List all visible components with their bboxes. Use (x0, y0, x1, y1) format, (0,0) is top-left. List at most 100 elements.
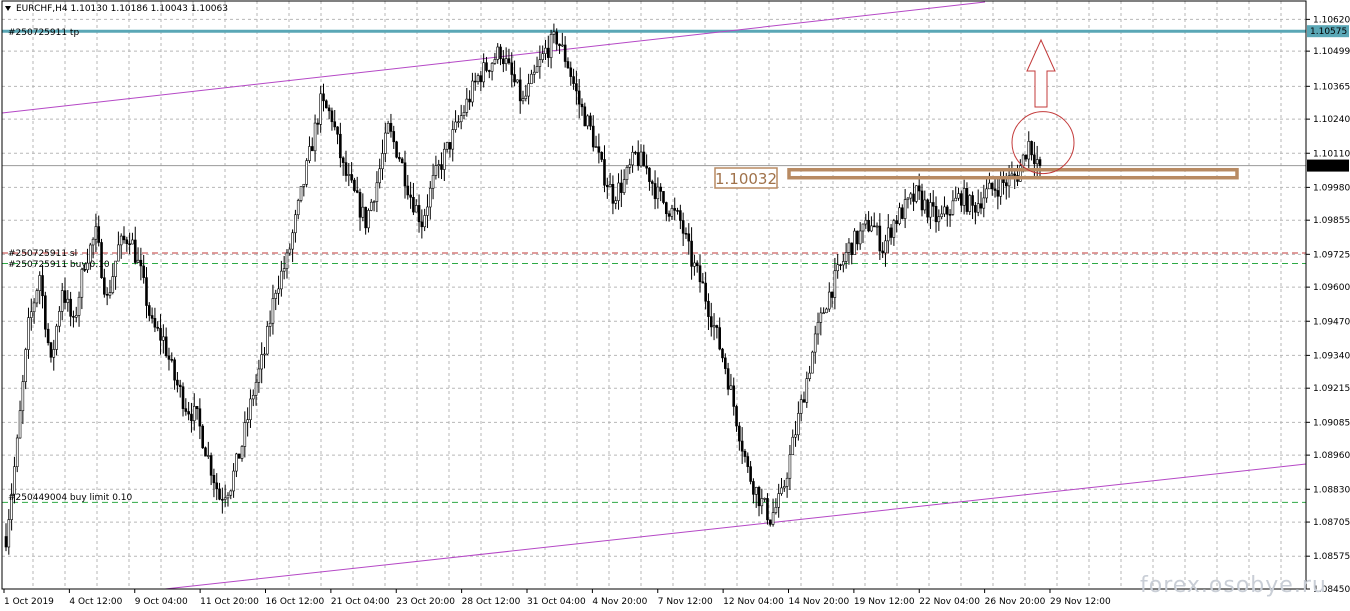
candle-body (198, 408, 202, 427)
candle-body (29, 311, 33, 318)
candle-body (923, 199, 927, 211)
candle-body (440, 164, 443, 170)
candle-body (740, 440, 744, 452)
candle-body (77, 296, 81, 316)
candle-body (538, 59, 542, 67)
candle-body (145, 277, 148, 306)
candle-body (94, 226, 98, 240)
candle-body (746, 456, 750, 467)
candle-body (164, 336, 168, 357)
candle-body (785, 477, 789, 487)
candle-body (518, 79, 522, 102)
candle-body (858, 230, 862, 245)
candle-body (903, 199, 907, 219)
candle-body (729, 385, 733, 390)
candle-body (358, 192, 362, 218)
candle-body (659, 186, 662, 192)
time-tick-label: 21 Oct 04:00 (331, 597, 390, 607)
candle-body (707, 300, 710, 317)
candle-body (395, 141, 398, 158)
tp-label: #250725911 tp (8, 28, 79, 38)
candle-body (24, 349, 27, 383)
candle-body (322, 93, 325, 102)
candle-body (667, 213, 671, 217)
time-tick-label: 9 Oct 04:00 (135, 597, 188, 607)
candle-body (18, 410, 22, 439)
price-tick-label: 1.09340 (1313, 351, 1350, 361)
candle-body (448, 142, 452, 150)
candle-body (74, 315, 78, 318)
candle-body (648, 167, 651, 182)
candle-body (563, 44, 567, 62)
candle-body (516, 79, 519, 83)
candle-body (670, 208, 674, 217)
candle-body (32, 302, 36, 313)
candle-body (726, 368, 730, 390)
candle-body (97, 226, 101, 243)
candle-body (215, 482, 219, 490)
candle-body (142, 265, 145, 278)
candle-body (15, 437, 19, 467)
candle-body (412, 197, 415, 213)
candle-body (760, 498, 764, 507)
sl-label: #250725911 sl (8, 249, 77, 259)
price-tick-label: 1.10620 (1313, 15, 1350, 25)
tp-price-tag-label: 1.10575 (1310, 27, 1347, 37)
candle-body (294, 214, 297, 234)
candle-body (465, 98, 469, 113)
chart-window[interactable]: 1.10620 1.10499 1.10365 1.10240 1.10110 1.099… (0, 0, 1350, 611)
candle-body (170, 359, 174, 361)
candle-body (167, 355, 171, 360)
candle-body (597, 146, 601, 153)
candle-body (847, 242, 851, 253)
candle-body (355, 190, 359, 193)
candle-body (577, 90, 581, 105)
candle-body (308, 146, 311, 161)
candle-body (327, 107, 331, 112)
candle-body (462, 112, 466, 116)
candle-body (951, 200, 955, 215)
candle-body (934, 205, 938, 223)
candle-body (929, 202, 932, 218)
candle-body (60, 290, 64, 312)
price-tick-label: 1.09470 (1313, 317, 1350, 327)
candle-body (249, 398, 252, 421)
candle-body (437, 164, 441, 166)
candle-body (524, 95, 528, 99)
candle-body (254, 382, 258, 396)
candle-body (364, 206, 367, 229)
candle-body (420, 221, 424, 228)
candle-body (1035, 159, 1039, 165)
candle-body (201, 425, 204, 449)
price-tick-label: 1.10110 (1313, 149, 1350, 159)
candle-body (718, 327, 721, 350)
candle-body (310, 146, 314, 152)
candle-body (372, 201, 376, 203)
price-tick-label: 1.10240 (1313, 115, 1350, 125)
candle-body (122, 235, 126, 241)
candle-body (693, 262, 696, 267)
candle-body (749, 466, 752, 482)
candle-body (788, 454, 792, 479)
candle-body (350, 174, 353, 181)
candle-body (853, 230, 856, 255)
candlestick-chart[interactable]: 1.10620 1.10499 1.10365 1.10240 1.10110 1.099… (0, 0, 1350, 611)
candle-body (819, 312, 823, 323)
candle-body (490, 63, 494, 72)
candle-body (690, 240, 693, 267)
candle-body (842, 261, 845, 266)
candle-body (856, 230, 859, 245)
candle-body (909, 193, 913, 199)
price-tick-label: 1.09725 (1313, 250, 1350, 260)
candle-body (794, 434, 797, 438)
candle-body (985, 188, 988, 199)
candle-body (190, 413, 193, 422)
candle-body (521, 98, 525, 102)
candle-body (426, 206, 429, 216)
price-annotation-text: 1.10032 (715, 170, 777, 188)
price-tick-label: 1.09085 (1313, 418, 1350, 428)
price-tick-label: 1.09980 (1313, 183, 1350, 193)
candle-body (757, 486, 761, 507)
candle-body (673, 208, 677, 211)
candle-body (63, 290, 67, 303)
